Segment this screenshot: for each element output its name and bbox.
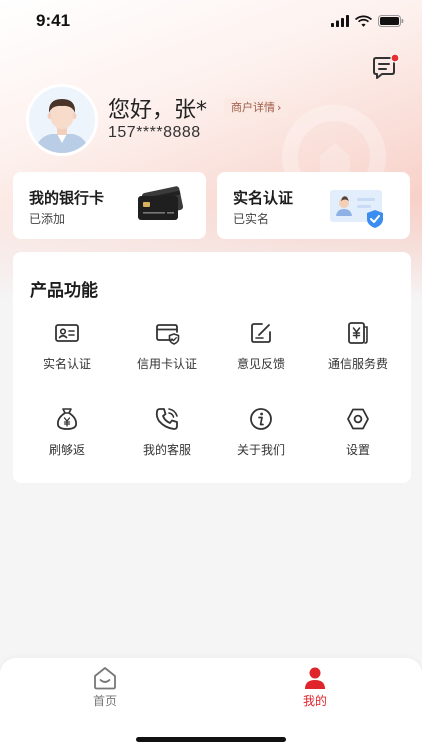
feature-feedback[interactable]: 意见反馈: [213, 320, 309, 380]
settings-hexagon-icon: [347, 408, 369, 430]
feature-telecom-fee[interactable]: 通信服务费: [310, 320, 406, 380]
user-icon: [305, 667, 325, 689]
bank-card-entry[interactable]: 我的银行卡 已添加: [13, 172, 206, 239]
bank-card-title: 我的银行卡: [29, 189, 105, 207]
home-indicator: [136, 737, 286, 742]
product-features-panel: 产品功能 实名认证 信用卡认证 意见反馈 通信服务费 刷够返 我的客服 关于我们…: [13, 252, 411, 483]
real-name-status: 已实名: [233, 212, 270, 226]
real-name-title: 实名认证: [233, 189, 294, 207]
yen-bill-icon: [348, 322, 368, 344]
status-time: 9:41: [36, 11, 71, 30]
merchant-details-link[interactable]: 商户详情 ›: [224, 98, 289, 118]
cellular-signal-icon: [331, 15, 349, 27]
tab-home[interactable]: 首页: [65, 666, 145, 709]
id-card-icon: [55, 324, 79, 342]
phone-number: 157****8888: [108, 124, 201, 141]
bottom-tab-bar: 首页 我的: [0, 658, 422, 714]
wifi-icon: [355, 15, 372, 27]
verified-id-icon: [330, 190, 383, 228]
feature-label: 我的客服: [142, 443, 191, 457]
feature-label: 信用卡认证: [136, 357, 197, 371]
bank-card-status: 已添加: [29, 212, 66, 226]
feature-about-us[interactable]: 关于我们: [213, 406, 309, 466]
real-name-entry[interactable]: 实名认证 已实名: [217, 172, 410, 239]
feature-credit-card-verify[interactable]: 信用卡认证: [119, 320, 215, 380]
feature-settings[interactable]: 设置: [310, 406, 406, 466]
message-icon: [373, 53, 400, 79]
edit-icon: [251, 323, 271, 343]
feature-label: 通信服务费: [327, 357, 388, 371]
tab-mine[interactable]: 我的: [275, 666, 355, 709]
info-icon: [250, 408, 272, 430]
phone-icon: [155, 408, 178, 430]
tab-home-label: 首页: [92, 694, 117, 708]
feature-customer-service[interactable]: 我的客服: [119, 406, 215, 466]
feature-label: 意见反馈: [236, 357, 285, 371]
product-features-title: 产品功能: [30, 281, 98, 301]
credit-card-shield-icon: [156, 324, 180, 345]
feature-label: 实名认证: [42, 357, 91, 371]
feature-label: 关于我们: [236, 443, 285, 457]
chevron-right-icon: ›: [277, 101, 282, 114]
messages-button[interactable]: [371, 53, 401, 82]
status-bar: 9:41: [0, 0, 422, 44]
feature-real-name[interactable]: 实名认证: [19, 320, 115, 380]
feature-label: 设置: [345, 443, 370, 457]
home-icon: [94, 667, 116, 690]
avatar[interactable]: [26, 84, 98, 156]
feature-cashback[interactable]: 刷够返: [19, 406, 115, 466]
merchant-details-label: 商户详情: [231, 101, 275, 114]
tab-mine-label: 我的: [302, 694, 327, 708]
feature-label: 刷够返: [48, 443, 85, 457]
user-avatar-icon: [29, 87, 95, 153]
money-bag-icon: [56, 408, 78, 430]
bank-cards-icon: [138, 186, 184, 220]
greeting-text: 您好，张*: [108, 98, 208, 123]
battery-icon: [378, 15, 404, 27]
decorative-house-icon: [320, 143, 350, 172]
